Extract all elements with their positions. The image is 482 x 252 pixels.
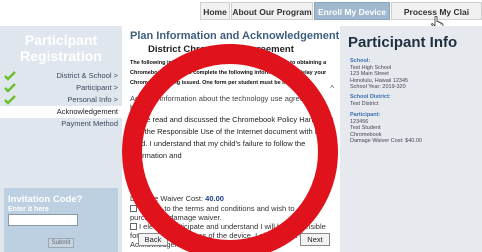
invitation-code-box: Invitation Code? Enter it here Submit xyxy=(4,188,118,252)
scroll-down-icon[interactable]: v xyxy=(330,164,334,173)
step-label: Participant > xyxy=(76,83,118,92)
registration-sidebar: Participant Registration District & Scho… xyxy=(0,26,122,252)
step-label: Payment Method xyxy=(61,119,118,128)
policy-text: I have read and discussed the Chromebook… xyxy=(130,115,334,160)
district-label: School District: xyxy=(350,94,391,100)
waiver-value: 40.00 xyxy=(205,194,224,203)
agreement-scroll-area[interactable]: The following information must be filled… xyxy=(128,58,336,176)
step-list: District & School > Participant > Person… xyxy=(0,70,122,130)
nav-about[interactable]: About Our Program xyxy=(231,2,313,20)
waiver-checkbox[interactable] xyxy=(130,205,137,212)
district-value: Test District xyxy=(350,100,379,107)
step-payment-method: Payment Method xyxy=(0,118,122,130)
agree-waiver-option[interactable]: I agree to the terms and conditions and … xyxy=(130,204,326,222)
registration-title-line2: Registration xyxy=(20,48,102,64)
page-title: Plan Information and Acknowledgement xyxy=(130,30,340,42)
school-info: School: Test High School 123 Main Street… xyxy=(350,58,408,91)
invitation-title: Invitation Code? xyxy=(8,194,83,205)
scroll-up-icon[interactable]: ^ xyxy=(330,84,334,93)
participant-waiver-cost: Damage Waiver Cost: $40.00 xyxy=(350,138,422,144)
participant-info-panel: Participant Info School: Test High Schoo… xyxy=(340,26,482,252)
invitation-subtitle: Enter it here xyxy=(8,206,49,213)
damage-waiver-cost: Damage Waiver Cost: 40.00 xyxy=(130,194,224,203)
back-button[interactable]: Back xyxy=(138,233,168,246)
checkmark-icon xyxy=(4,71,16,81)
nav-enroll[interactable]: Enroll My Device xyxy=(314,2,390,20)
step-personal-info[interactable]: Personal Info > xyxy=(0,94,122,106)
participant-details: Participant: 123456 Test Student Chromeb… xyxy=(350,112,422,145)
participant-info-title: Participant Info xyxy=(348,34,458,51)
registration-title: Participant Registration xyxy=(0,32,122,64)
agree-waiver-label: I agree to the terms and conditions and … xyxy=(130,204,295,222)
checkmark-icon xyxy=(4,95,16,105)
submit-button[interactable]: Submit xyxy=(48,238,74,248)
step-label: District & School > xyxy=(56,71,118,80)
checkmark-icon xyxy=(4,83,16,93)
school-year: School Year: 2019-320 xyxy=(350,84,406,90)
invitation-code-input[interactable] xyxy=(8,214,78,226)
info-text: Add any information about the technology… xyxy=(130,94,321,112)
nav-home[interactable]: Home xyxy=(200,2,230,20)
step-label: Personal Info > xyxy=(67,95,118,104)
registration-title-line1: Participant xyxy=(24,32,98,48)
next-button[interactable]: Next xyxy=(300,233,330,246)
agreement-title: District Chromebook Agreement xyxy=(148,44,294,55)
waiver-label: Damage Waiver Cost: xyxy=(130,194,204,203)
step-participant[interactable]: Participant > xyxy=(0,82,122,94)
step-district-school[interactable]: District & School > xyxy=(0,70,122,82)
participate-checkbox[interactable] xyxy=(130,223,137,230)
top-nav: Home About Our Program Enroll My Device … xyxy=(0,0,482,24)
plan-information-panel: Plan Information and Acknowledgement Dis… xyxy=(124,26,340,252)
step-acknowledgement: Acknowledgement xyxy=(0,106,122,118)
required-notice: The following information must be filled… xyxy=(130,60,327,86)
step-label: Acknowledgement xyxy=(56,107,118,116)
district-info: School District: Test District xyxy=(350,94,391,107)
